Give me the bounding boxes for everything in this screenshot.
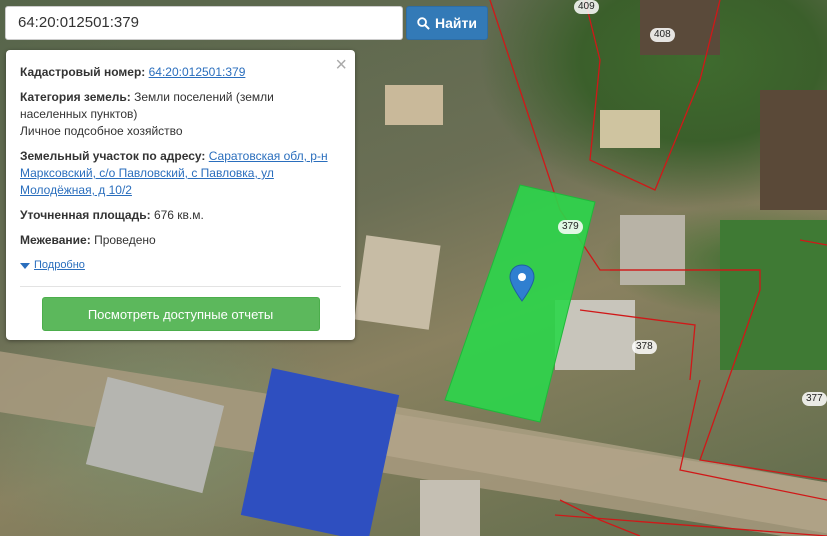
address-row: Земельный участок по адресу: Саратовская… bbox=[20, 148, 341, 199]
area-row: Уточненная площадь: 676 кв.м. bbox=[20, 207, 341, 224]
land-category-row: Категория земель: Земли поселений (земли… bbox=[20, 89, 341, 140]
parcel-label: 377 bbox=[802, 392, 827, 406]
usage-value: Личное подсобное хозяйство bbox=[20, 124, 183, 138]
close-icon[interactable]: × bbox=[335, 55, 347, 75]
search-input[interactable]: 64:20:012501:379 bbox=[5, 6, 403, 40]
details-label: Подробно bbox=[34, 259, 85, 271]
search-button[interactable]: Найти bbox=[406, 6, 488, 40]
cadastral-number-row: Кадастровый номер: 64:20:012501:379 bbox=[20, 64, 341, 81]
area-value: 676 кв.м. bbox=[153, 208, 204, 222]
cadastral-label: Кадастровый номер: bbox=[20, 65, 146, 79]
divider bbox=[20, 286, 341, 287]
parcel-label: 409 bbox=[574, 0, 599, 14]
address-label: Земельный участок по адресу: bbox=[20, 149, 206, 163]
category-label: Категория земель: bbox=[20, 90, 131, 104]
details-toggle[interactable]: Подробно bbox=[20, 257, 341, 274]
survey-row: Межевание: Проведено bbox=[20, 232, 341, 249]
caret-down-icon bbox=[20, 262, 30, 269]
parcel-label: 378 bbox=[632, 340, 657, 354]
parcel-label: 408 bbox=[650, 28, 675, 42]
search-icon bbox=[417, 16, 430, 30]
search-button-label: Найти bbox=[435, 15, 477, 31]
survey-label: Межевание: bbox=[20, 233, 91, 247]
cadastral-number-link[interactable]: 64:20:012501:379 bbox=[149, 65, 246, 79]
view-reports-button[interactable]: Посмотреть доступные отчеты bbox=[41, 297, 320, 331]
area-label: Уточненная площадь: bbox=[20, 208, 151, 222]
survey-value: Проведено bbox=[94, 233, 156, 247]
parcel-info-panel: × Кадастровый номер: 64:20:012501:379 Ка… bbox=[6, 50, 355, 340]
parcel-label: 379 bbox=[558, 220, 583, 234]
